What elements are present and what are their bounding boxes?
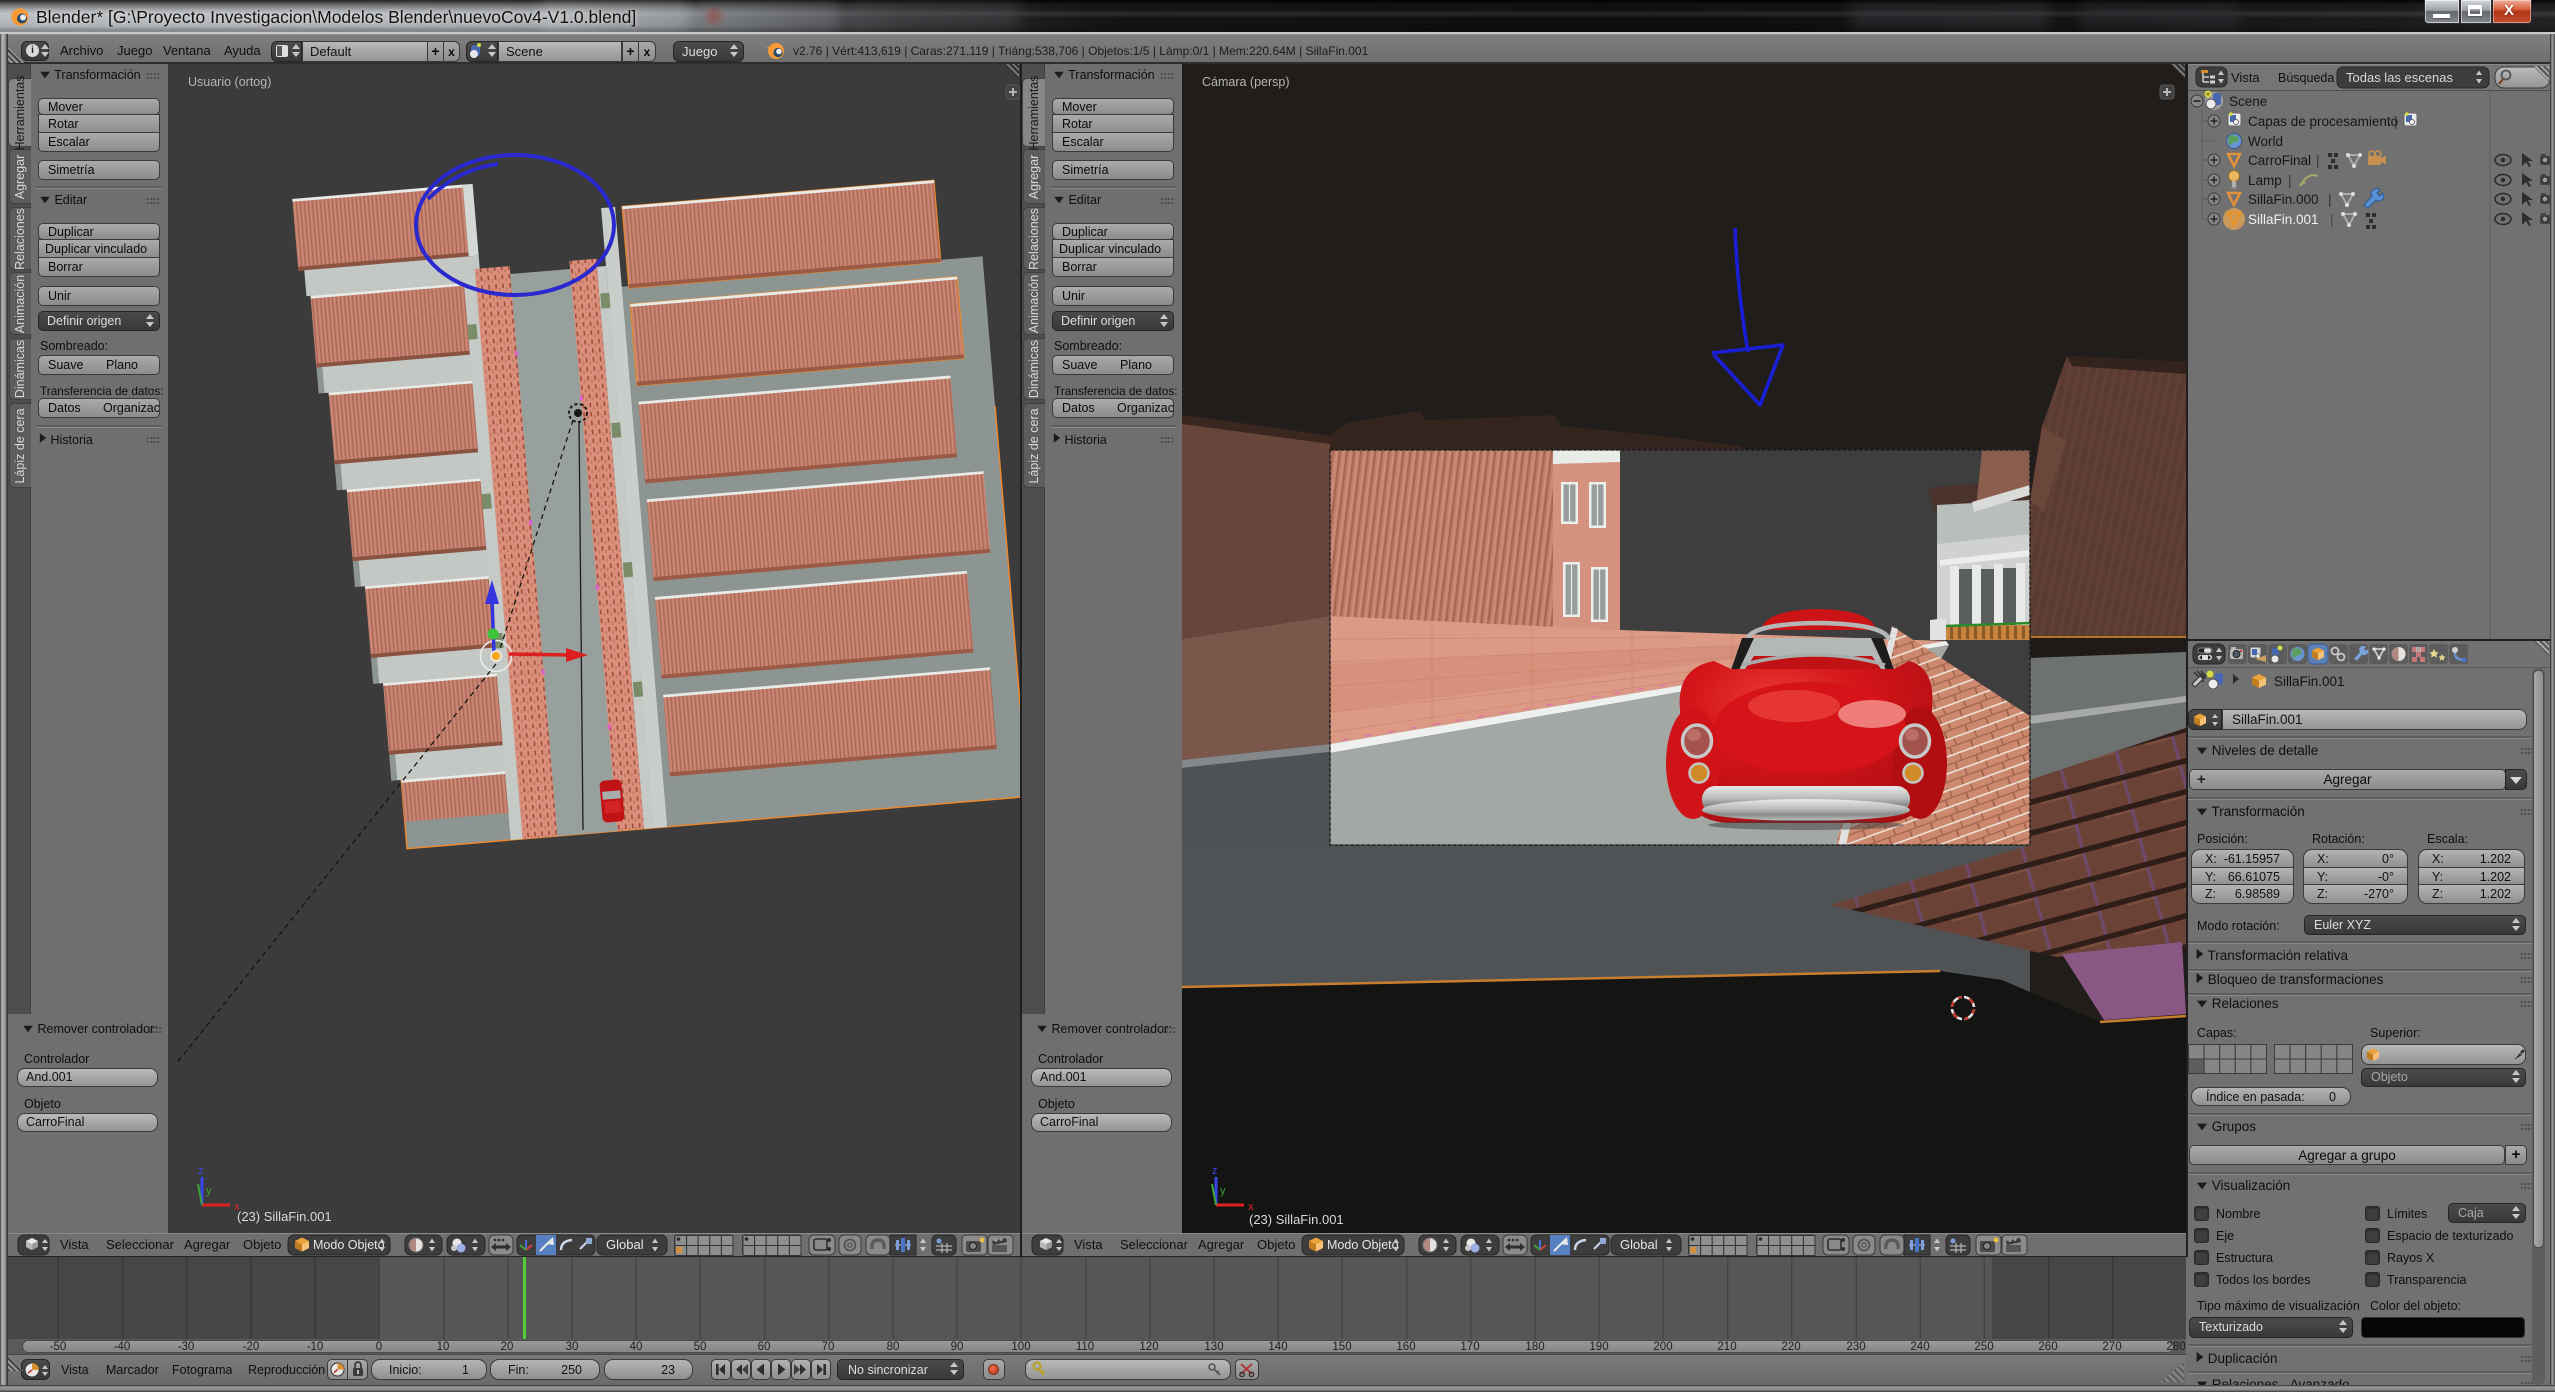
svg-text:|: | <box>2328 192 2332 207</box>
svg-text:Seleccionar: Seleccionar <box>106 1237 175 1252</box>
svg-text:Usuario (ortog): Usuario (ortog) <box>188 75 271 89</box>
svg-text:|: | <box>2394 114 2398 129</box>
svg-text:Agregar: Agregar <box>1027 155 1041 199</box>
svg-text:World: World <box>2248 134 2283 149</box>
svg-text:z: z <box>1212 1165 1218 1177</box>
svg-text:Animación: Animación <box>13 275 27 333</box>
svg-text:Lápiz de cera: Lápiz de cera <box>13 408 27 483</box>
svg-text:Seleccionar: Seleccionar <box>1120 1237 1189 1252</box>
svg-text:SillaFin.001: SillaFin.001 <box>2248 212 2319 227</box>
svg-text:(23) SillaFin.001: (23) SillaFin.001 <box>1249 1212 1344 1227</box>
svg-text:y: y <box>206 1185 212 1197</box>
svg-text:Capas de procesamiento: Capas de procesamiento <box>2248 114 2398 129</box>
svg-text:Búsqueda: Búsqueda <box>2278 71 2334 85</box>
svg-text:Vista: Vista <box>1074 1237 1103 1252</box>
svg-text:Agregar: Agregar <box>13 155 27 199</box>
svg-text:|: | <box>2288 173 2292 188</box>
svg-text:Cámara (persp): Cámara (persp) <box>1202 75 1290 89</box>
svg-text:y: y <box>1220 1185 1226 1197</box>
svg-text:Agregar: Agregar <box>1198 1237 1245 1252</box>
svg-text:Animación: Animación <box>1027 275 1041 333</box>
svg-text:Dinámicas: Dinámicas <box>1027 340 1041 398</box>
svg-text:Relaciones: Relaciones <box>1027 208 1041 270</box>
svg-text:(23) SillaFin.001: (23) SillaFin.001 <box>237 1209 332 1224</box>
svg-text:SillaFin.000: SillaFin.000 <box>2248 192 2319 207</box>
svg-text:Objeto: Objeto <box>243 1237 281 1252</box>
svg-text:|: | <box>2330 212 2334 227</box>
svg-text:z: z <box>198 1165 204 1177</box>
svg-text:Relaciones: Relaciones <box>13 208 27 270</box>
svg-text:Lápiz de cera: Lápiz de cera <box>1027 408 1041 483</box>
svg-text:Lamp: Lamp <box>2248 173 2282 188</box>
svg-text:Global: Global <box>1620 1237 1658 1252</box>
svg-text:Dinámicas: Dinámicas <box>13 340 27 398</box>
svg-text:Herramientas: Herramientas <box>1027 75 1041 150</box>
svg-text:Agregar: Agregar <box>184 1237 231 1252</box>
svg-text:Scene: Scene <box>2229 94 2267 109</box>
svg-text:Objeto: Objeto <box>1257 1237 1295 1252</box>
svg-text:Modo Objeto: Modo Objeto <box>313 1238 385 1252</box>
svg-text:Modo Objeto: Modo Objeto <box>1327 1238 1399 1252</box>
svg-text:Vista: Vista <box>2231 70 2260 85</box>
svg-text:Global: Global <box>606 1237 644 1252</box>
svg-text:CarroFinal: CarroFinal <box>2248 153 2311 168</box>
svg-text:Todas las escenas: Todas las escenas <box>2346 70 2453 85</box>
svg-text:Vista: Vista <box>60 1237 89 1252</box>
svg-text:|: | <box>2316 153 2320 168</box>
svg-text:SillaFin.001: SillaFin.001 <box>2274 674 2345 689</box>
svg-text:Herramientas: Herramientas <box>13 75 27 150</box>
